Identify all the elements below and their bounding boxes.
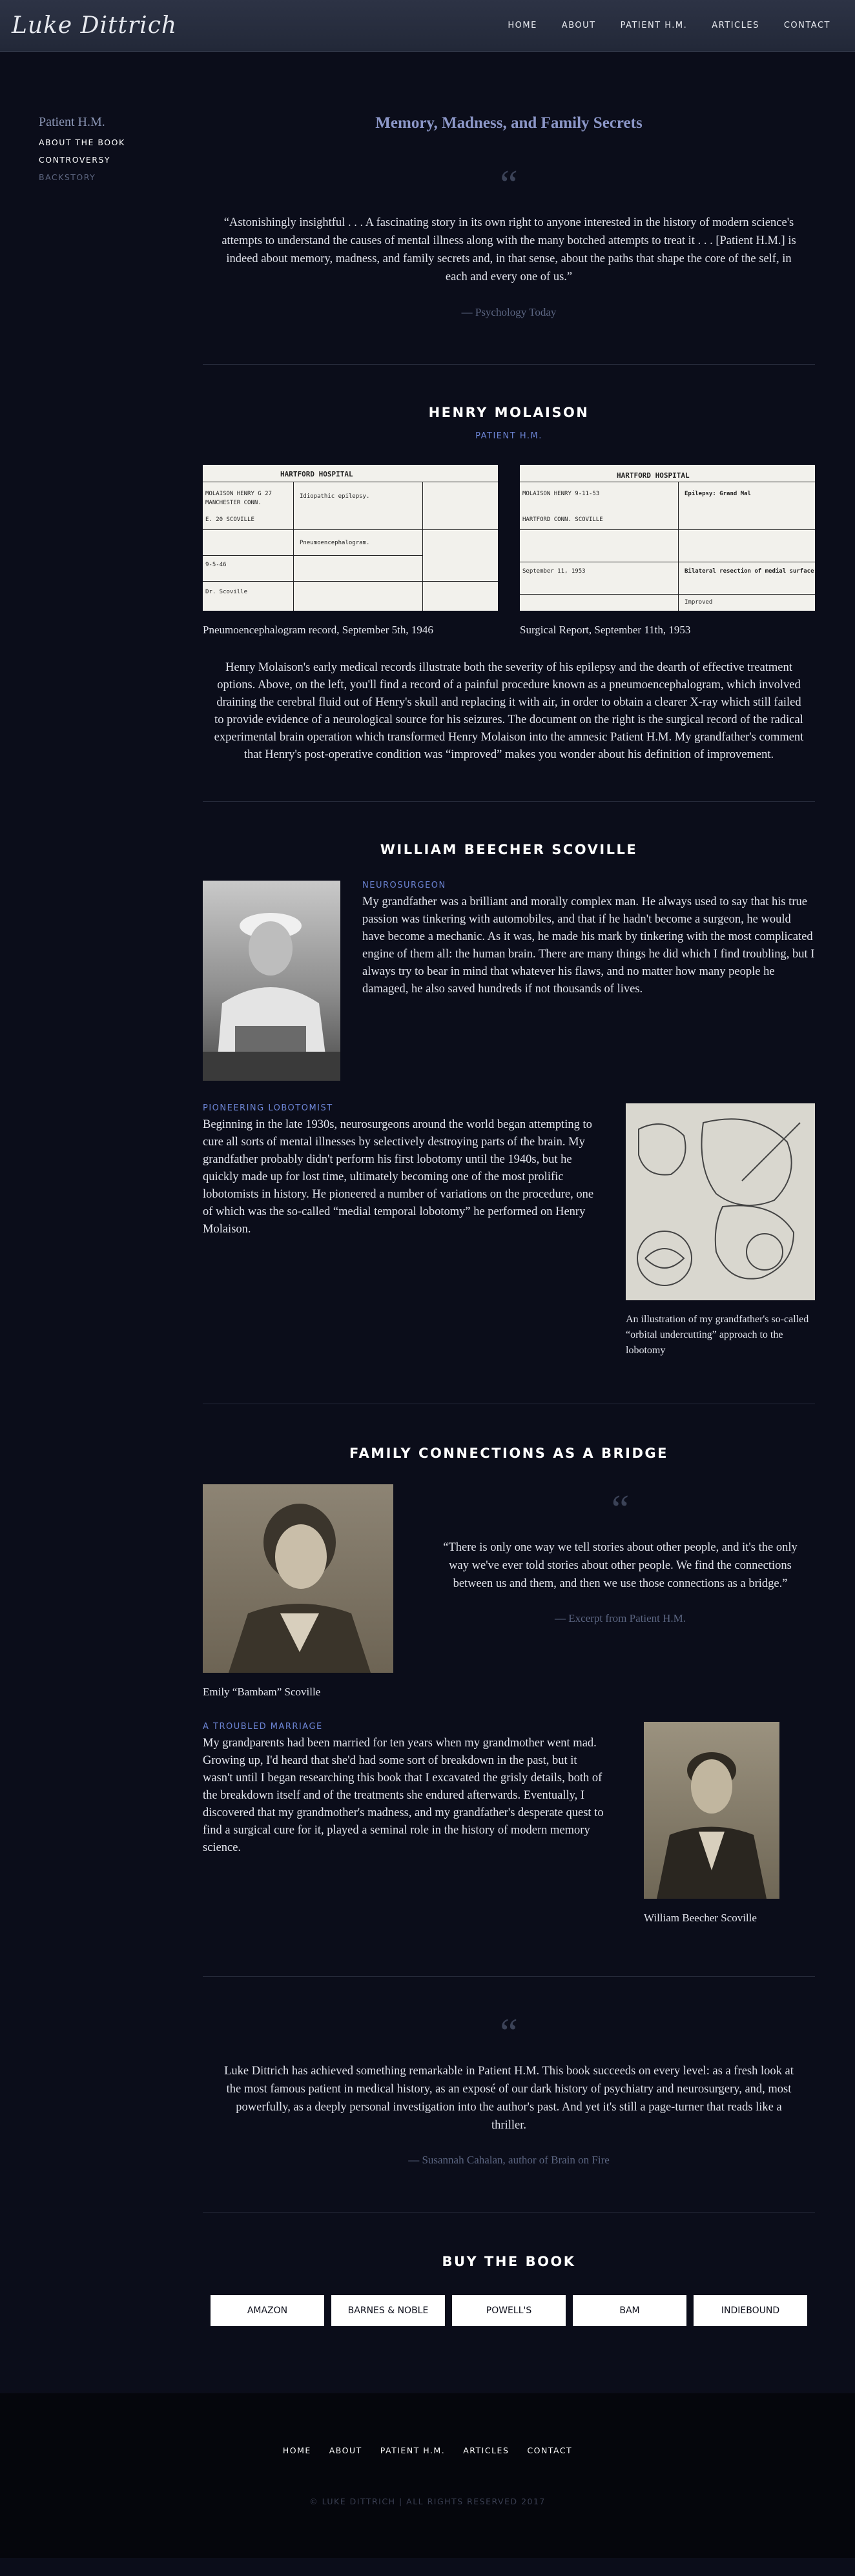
divider [203, 801, 815, 802]
buy-barnes-noble-button[interactable]: BARNES & NOBLE [331, 2295, 445, 2326]
site-logo[interactable]: Luke Dittrich [12, 12, 177, 39]
marriage-text: A TROUBLED MARRIAGE My grandparents had … [203, 1722, 606, 1926]
buy-amazon-button[interactable]: AMAZON [211, 2295, 324, 2326]
buy-indiebound-button[interactable]: INDIEBOUND [694, 2295, 807, 2326]
nav-articles-link[interactable]: ARTICLES [701, 21, 770, 30]
record-figure-2: HARTFORD HOSPITAL MOLAISON HENRY 9-11-53… [520, 465, 815, 638]
family-quote-row: Emily “Bambam” Scoville “ “There is only… [203, 1484, 815, 1700]
buy-buttons: AMAZON BARNES & NOBLE POWELL'S BAM INDIE… [203, 2295, 815, 2393]
neurosurgeon-text: NEUROSURGEON My grandfather was a brilli… [362, 881, 815, 1081]
family-quote-cite: — Excerpt from Patient H.M. [554, 1612, 686, 1624]
william-figure: William Beecher Scoville [644, 1722, 792, 1926]
lobotomist-row: PIONEERING LOBOTOMIST Beginning in the l… [203, 1103, 815, 1358]
page-title: Memory, Madness, and Family Secrets [375, 114, 643, 132]
sidenav-parent-link[interactable]: Patient H.M. [39, 115, 181, 130]
intro-cite: — Psychology Today [461, 306, 557, 318]
section-title-scoville: WILLIAM BEECHER SCOVILLE [380, 842, 638, 857]
label-pioneering-lobotomist: PIONEERING LOBOTOMIST [203, 1103, 333, 1113]
record-caption-2: Surgical Report, September 11th, 1953 [520, 624, 691, 636]
section-subtitle-patient-hm: PATIENT H.M. [475, 431, 542, 441]
surgical-report-image: HARTFORD HOSPITAL MOLAISON HENRY 9-11-53… [520, 465, 815, 611]
quote-mark-icon: “ [500, 163, 518, 207]
pneumoencephalogram-record-image: HARTFORD HOSPITAL MOLAISON HENRY G 27 MA… [203, 465, 498, 611]
illustration-caption: An illustration of my grandfather's so-c… [626, 1314, 809, 1356]
family-quote-text: “There is only one way we tell stories a… [443, 1541, 798, 1590]
lobotomist-body: Beginning in the late 1930s, neurosurgeo… [203, 1118, 594, 1236]
records-row: HARTFORD HOSPITAL MOLAISON HENRY G 27 MA… [203, 465, 815, 638]
marriage-row: A TROUBLED MARRIAGE My grandparents had … [203, 1722, 815, 1926]
side-nav: Patient H.M. ABOUT THE BOOK CONTROVERSY … [39, 115, 181, 190]
buy-powells-button[interactable]: POWELL'S [452, 2295, 566, 2326]
quote-mark-icon: “ [500, 2011, 518, 2055]
william-portrait-image [644, 1722, 779, 1899]
label-neurosurgeon: NEUROSURGEON [362, 881, 446, 890]
footer-nav: HOME ABOUT PATIENT H.M. ARTICLES CONTACT [0, 2393, 855, 2455]
marriage-body: My grandparents had been married for ten… [203, 1737, 604, 1854]
review-cite: — Susannah Cahalan, author of Brain on F… [408, 2154, 610, 2166]
molaison-body: Henry Molaison's early medical records i… [214, 661, 804, 761]
sidenav-item-backstory[interactable]: BACKSTORY [39, 172, 181, 182]
copyright: © LUKE DITTRICH | ALL RIGHTS RESERVED 20… [309, 2497, 546, 2506]
emily-portrait-image [203, 1484, 393, 1673]
divider [203, 2212, 815, 2213]
section-title-buy: BUY THE BOOK [442, 2254, 576, 2269]
illustration-figure: An illustration of my grandfather's so-c… [626, 1103, 815, 1358]
quote-mark-icon: “ [611, 1487, 630, 1531]
record-figure-1: HARTFORD HOSPITAL MOLAISON HENRY G 27 MA… [203, 465, 498, 638]
nav-about-link[interactable]: ABOUT [551, 21, 606, 30]
family-quote: “ “There is only one way we tell stories… [426, 1484, 815, 1700]
label-troubled-marriage: A TROUBLED MARRIAGE [203, 1722, 323, 1732]
intro-quote: “Astonishingly insightful . . . A fascin… [221, 216, 796, 283]
lobotomist-text: PIONEERING LOBOTOMIST Beginning in the l… [203, 1103, 604, 1358]
footer-patient-hm-link[interactable]: PATIENT H.M. [380, 2446, 445, 2455]
neurosurgeon-body: My grandfather was a brilliant and moral… [362, 895, 815, 996]
main-content: Memory, Madness, and Family Secrets “ “A… [203, 52, 815, 2393]
section-title-molaison: HENRY MOLAISON [428, 405, 590, 420]
neurosurgeon-row: NEUROSURGEON My grandfather was a brilli… [203, 881, 815, 1081]
review-quote: Luke Dittrich has achieved something rem… [224, 2065, 794, 2132]
buy-bam-button[interactable]: BAM [573, 2295, 686, 2326]
footer-contact-link[interactable]: CONTACT [527, 2446, 572, 2455]
nav-patient-hm-link[interactable]: PATIENT H.M. [610, 21, 698, 30]
site-header: Luke Dittrich HOME ABOUT PATIENT H.M. AR… [0, 0, 855, 52]
william-caption: William Beecher Scoville [644, 1912, 757, 1924]
scoville-portrait-image [203, 881, 340, 1081]
site-footer: HOME ABOUT PATIENT H.M. ARTICLES CONTACT… [0, 2393, 855, 2558]
section-title-family: FAMILY CONNECTIONS AS A BRIDGE [349, 1446, 668, 1461]
divider [203, 1976, 815, 1977]
record-caption-1: Pneumoencephalogram record, September 5t… [203, 624, 433, 636]
nav-contact-link[interactable]: CONTACT [774, 21, 841, 30]
sidenav-item-about-the-book[interactable]: ABOUT THE BOOK [39, 138, 181, 147]
divider [203, 364, 815, 365]
nav-home-link[interactable]: HOME [497, 21, 547, 30]
top-nav: HOME ABOUT PATIENT H.M. ARTICLES CONTACT [497, 21, 841, 30]
emily-figure: Emily “Bambam” Scoville [203, 1484, 393, 1700]
footer-about-link[interactable]: ABOUT [329, 2446, 362, 2455]
sidenav-item-controversy[interactable]: CONTROVERSY [39, 155, 181, 165]
lobotomy-illustration-image [626, 1103, 815, 1300]
footer-home-link[interactable]: HOME [283, 2446, 311, 2455]
emily-caption: Emily “Bambam” Scoville [203, 1686, 321, 1698]
footer-articles-link[interactable]: ARTICLES [463, 2446, 509, 2455]
